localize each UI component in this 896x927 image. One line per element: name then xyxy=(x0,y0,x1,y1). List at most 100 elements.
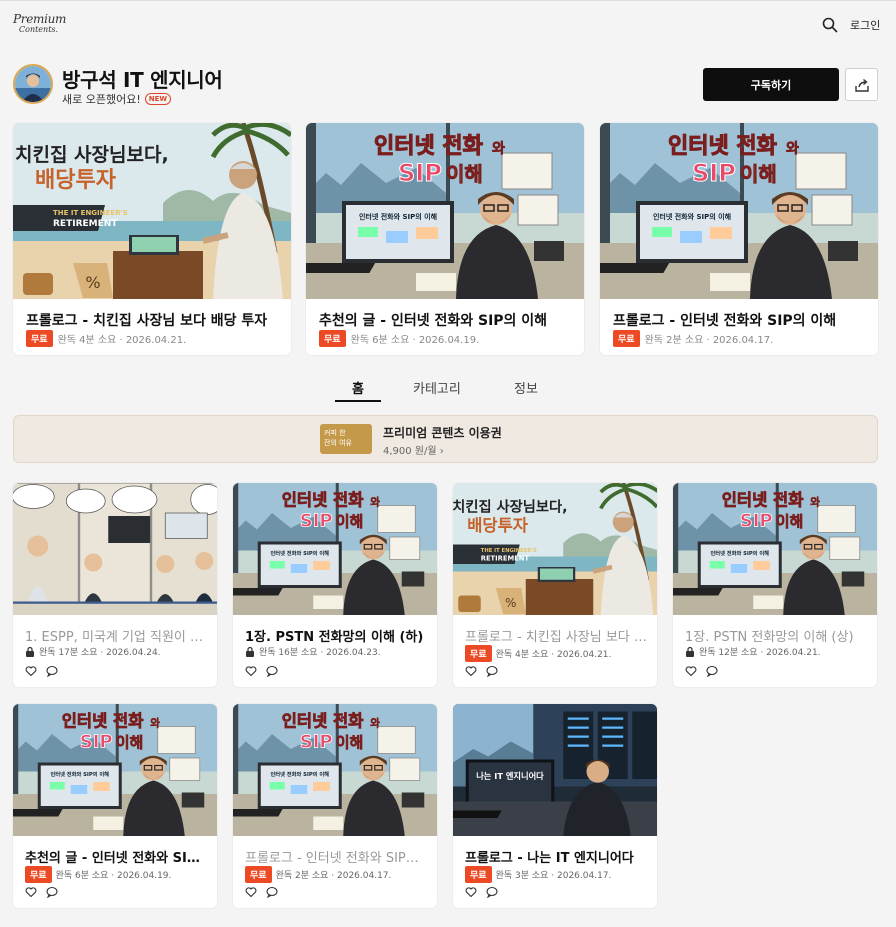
post-meta-text: 완독 3분 소요 · 2026.04.17. xyxy=(495,871,612,881)
post-title[interactable]: 1장. PSTN 전화망의 이해 (상) xyxy=(685,626,867,645)
heart-icon[interactable] xyxy=(245,665,257,677)
svg-text:와: 와 xyxy=(810,497,820,509)
post-card[interactable]: 인터넷 전화와 SIP의 이해 인터넷 전화 와 SIP 이해 1장. PSTN… xyxy=(673,483,877,687)
lock-icon xyxy=(26,646,34,657)
featured-thumbnail[interactable]: % 치킨집 사장님보다, 배당투자 THE IT ENGINEER'S RETI… xyxy=(13,123,291,299)
featured-meta-text: 완독 2분 소요 · 2026.04.17. xyxy=(644,335,774,346)
post-title[interactable]: 프롤로그 - 치킨집 사장님 보다 배당 투자 xyxy=(465,626,647,645)
content-tabs: 홈 카테고리 정보 xyxy=(0,378,896,402)
post-card[interactable]: % 치킨집 사장님보다, 배당투자 THE IT ENGINEER'S RETI… xyxy=(453,483,657,687)
heart-icon[interactable] xyxy=(25,886,37,898)
featured-title[interactable]: 프롤로그 - 치킨집 사장님 보다 배당 투자 xyxy=(26,310,267,330)
featured-card[interactable]: 인터넷 전화와 SIP의 이해 인터넷 전화 와 SIP 이해 프롤로그 - 인… xyxy=(600,123,878,355)
svg-text:인터넷 전화: 인터넷 전화 xyxy=(722,491,804,510)
post-thumbnail[interactable]: 나는 IT 엔지니어다 xyxy=(453,704,657,836)
svg-text:나는 IT 엔지니어다: 나는 IT 엔지니어다 xyxy=(476,771,544,781)
free-badge: 무료 xyxy=(613,330,640,347)
svg-text:이해: 이해 xyxy=(336,513,364,531)
featured-thumbnail[interactable]: 인터넷 전화와 SIP의 이해 인터넷 전화 와 SIP 이해 xyxy=(600,123,878,299)
svg-text:SIP: SIP xyxy=(300,511,333,532)
comment-icon[interactable] xyxy=(46,886,58,898)
post-meta-text: 완독 6분 소요 · 2026.04.19. xyxy=(55,871,172,881)
channel-title: 방구석 IT 엔지니어 xyxy=(62,68,223,92)
featured-meta: 무료 완독 6분 소요 · 2026.04.19. xyxy=(319,330,479,347)
post-meta: 완독 17분 소요 · 2026.04.24. xyxy=(25,645,161,658)
post-thumbnail[interactable]: 인터넷 전화와 SIP의 이해 인터넷 전화 와 SIP 이해 xyxy=(13,704,217,836)
post-actions xyxy=(25,665,58,677)
sip-illustration: 인터넷 전화와 SIP의 이해 인터넷 전화 와 SIP 이해 xyxy=(13,704,217,836)
premium-contents-logo[interactable]: Premium Contents. xyxy=(13,12,66,36)
post-thumbnail[interactable]: 인터넷 전화와 SIP의 이해 인터넷 전화 와 SIP 이해 xyxy=(233,704,437,836)
svg-text:이해: 이해 xyxy=(116,734,144,752)
channel-subtitle: 새로 오픈했어요! NEW xyxy=(62,91,172,107)
post-card[interactable]: 인터넷 전화와 SIP의 이해 인터넷 전화 와 SIP 이해 추천의 글 - … xyxy=(13,704,217,908)
post-title[interactable]: 추천의 글 - 인터넷 전화와 SIP의 이해 xyxy=(25,847,207,866)
post-title[interactable]: 프롤로그 - 나는 IT 엔지니어다 xyxy=(465,847,647,866)
search-icon[interactable] xyxy=(822,17,838,33)
sip-illustration: 인터넷 전화와 SIP의 이해 인터넷 전화 와 SIP 이해 xyxy=(306,123,584,299)
subscribe-button[interactable]: 구독하기 xyxy=(703,68,839,101)
heart-icon[interactable] xyxy=(685,665,697,677)
tab-home[interactable]: 홈 xyxy=(352,378,364,397)
svg-text:치킨집 사장님보다,: 치킨집 사장님보다, xyxy=(15,144,169,166)
post-card[interactable]: 인터넷 전화와 SIP의 이해 인터넷 전화 와 SIP 이해 프롤로그 - 인… xyxy=(233,704,437,908)
featured-meta-text: 완독 6분 소요 · 2026.04.19. xyxy=(350,335,480,346)
free-badge: 무료 xyxy=(465,645,492,662)
comment-icon[interactable] xyxy=(486,665,498,677)
tab-info[interactable]: 정보 xyxy=(514,378,538,397)
free-badge: 무료 xyxy=(245,866,272,883)
post-meta: 무료 완독 3분 소요 · 2026.04.17. xyxy=(465,866,611,883)
svg-text:와: 와 xyxy=(786,140,799,157)
post-actions xyxy=(465,886,498,898)
featured-card[interactable]: 인터넷 전화와 SIP의 이해 인터넷 전화 와 SIP 이해 추천의 글 - … xyxy=(306,123,584,355)
heart-icon[interactable] xyxy=(465,886,477,898)
svg-text:와: 와 xyxy=(492,140,505,157)
svg-text:이해: 이해 xyxy=(776,513,804,531)
comment-icon[interactable] xyxy=(266,886,278,898)
svg-text:THE IT ENGINEER'S: THE IT ENGINEER'S xyxy=(481,548,537,554)
featured-card[interactable]: % 치킨집 사장님보다, 배당투자 THE IT ENGINEER'S RETI… xyxy=(13,123,291,355)
post-thumbnail[interactable]: 인터넷 전화와 SIP의 이해 인터넷 전화 와 SIP 이해 xyxy=(673,483,877,615)
svg-text:인터넷 전화: 인터넷 전화 xyxy=(374,134,483,159)
comment-icon[interactable] xyxy=(46,665,58,677)
heart-icon[interactable] xyxy=(245,886,257,898)
post-actions xyxy=(245,886,278,898)
tab-category[interactable]: 카테고리 xyxy=(413,378,461,397)
featured-thumbnail[interactable]: 인터넷 전화와 SIP의 이해 인터넷 전화 와 SIP 이해 xyxy=(306,123,584,299)
post-actions xyxy=(465,665,498,677)
featured-title[interactable]: 추천의 글 - 인터넷 전화와 SIP의 이해 xyxy=(319,310,547,330)
post-actions xyxy=(685,665,718,677)
post-title[interactable]: 1장. PSTN 전화망의 이해 (하) xyxy=(245,626,427,645)
comment-icon[interactable] xyxy=(266,665,278,677)
free-badge: 무료 xyxy=(465,866,492,883)
comic-illustration xyxy=(13,483,217,615)
post-thumbnail[interactable] xyxy=(13,483,217,615)
svg-text:인터넷 전화: 인터넷 전화 xyxy=(282,712,364,731)
comment-icon[interactable] xyxy=(706,665,718,677)
lock-icon xyxy=(246,646,254,657)
post-card[interactable]: 인터넷 전화와 SIP의 이해 인터넷 전화 와 SIP 이해 1장. PSTN… xyxy=(233,483,437,687)
active-tab-indicator xyxy=(335,400,381,402)
post-card[interactable]: 1. ESPP, 미국계 기업 직원이 알아야 할 것 완독 17분 소요 · … xyxy=(13,483,217,687)
svg-text:와: 와 xyxy=(150,718,160,730)
free-badge: 무료 xyxy=(319,330,346,347)
post-title[interactable]: 프롤로그 - 인터넷 전화와 SIP의 이해 xyxy=(245,847,427,866)
comment-icon[interactable] xyxy=(486,886,498,898)
post-card[interactable]: 나는 IT 엔지니어다 프롤로그 - 나는 IT 엔지니어다 무료 완독 3분 … xyxy=(453,704,657,908)
featured-title[interactable]: 프롤로그 - 인터넷 전화와 SIP의 이해 xyxy=(613,310,836,330)
login-link[interactable]: 로그인 xyxy=(850,17,880,33)
post-title[interactable]: 1. ESPP, 미국계 기업 직원이 알아야 할 것 xyxy=(25,626,207,645)
post-thumbnail[interactable]: 인터넷 전화와 SIP의 이해 인터넷 전화 와 SIP 이해 xyxy=(233,483,437,615)
post-actions xyxy=(245,665,278,677)
coffee-badge: 커피 한 잔의 여유 xyxy=(320,424,372,454)
share-button[interactable] xyxy=(845,68,878,101)
post-meta-text: 완독 16분 소요 · 2026.04.23. xyxy=(259,648,381,658)
svg-text:인터넷 전화와 SIP의 이해: 인터넷 전화와 SIP의 이해 xyxy=(653,212,731,221)
sip-illustration: 인터넷 전화와 SIP의 이해 인터넷 전화 와 SIP 이해 xyxy=(233,704,437,836)
channel-avatar[interactable] xyxy=(13,64,53,104)
heart-icon[interactable] xyxy=(465,665,477,677)
heart-icon[interactable] xyxy=(25,665,37,677)
subscription-banner[interactable]: 커피 한 잔의 여유 프리미엄 콘텐츠 이용권 4,900 원/월 › xyxy=(13,415,878,463)
post-thumbnail[interactable]: % 치킨집 사장님보다, 배당투자 THE IT ENGINEER'S RETI… xyxy=(453,483,657,615)
post-meta-text: 완독 2분 소요 · 2026.04.17. xyxy=(275,871,392,881)
